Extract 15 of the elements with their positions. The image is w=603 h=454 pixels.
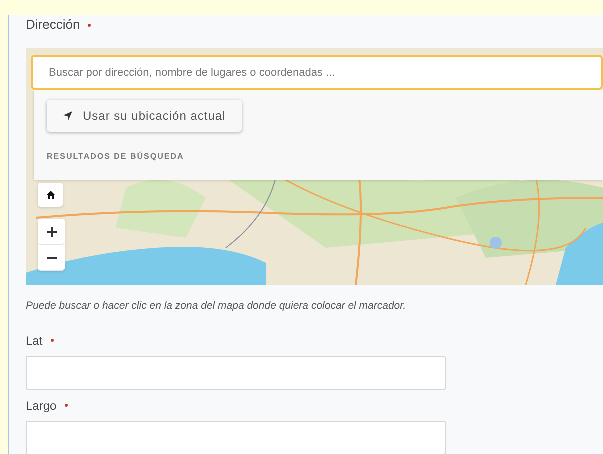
hint-text: Puede buscar o hacer clic en la zona del mapa donde quiera colocar el marcador. — [26, 299, 408, 314]
location-button[interactable]: Usar su ubicación actual — [47, 100, 242, 132]
home-button[interactable] — [38, 183, 63, 207]
results-heading: RESULTADOS DE BÚSQUEDA — [47, 151, 186, 163]
navigation-arrow-icon — [63, 111, 73, 121]
search-field[interactable]: Buscar por dirección, nombre de lugares o coordenadas ... — [31, 55, 603, 90]
text-field[interactable] — [26, 356, 446, 390]
zoom-out-button[interactable] — [38, 245, 65, 271]
home-icon — [46, 190, 56, 200]
zoom-in-button[interactable] — [38, 219, 65, 245]
field-label: Lat — [26, 332, 43, 350]
field-label: Dirección — [26, 16, 80, 34]
field-label: Largo — [26, 398, 57, 415]
plus-icon — [46, 226, 58, 238]
text-field[interactable] — [26, 420, 446, 454]
